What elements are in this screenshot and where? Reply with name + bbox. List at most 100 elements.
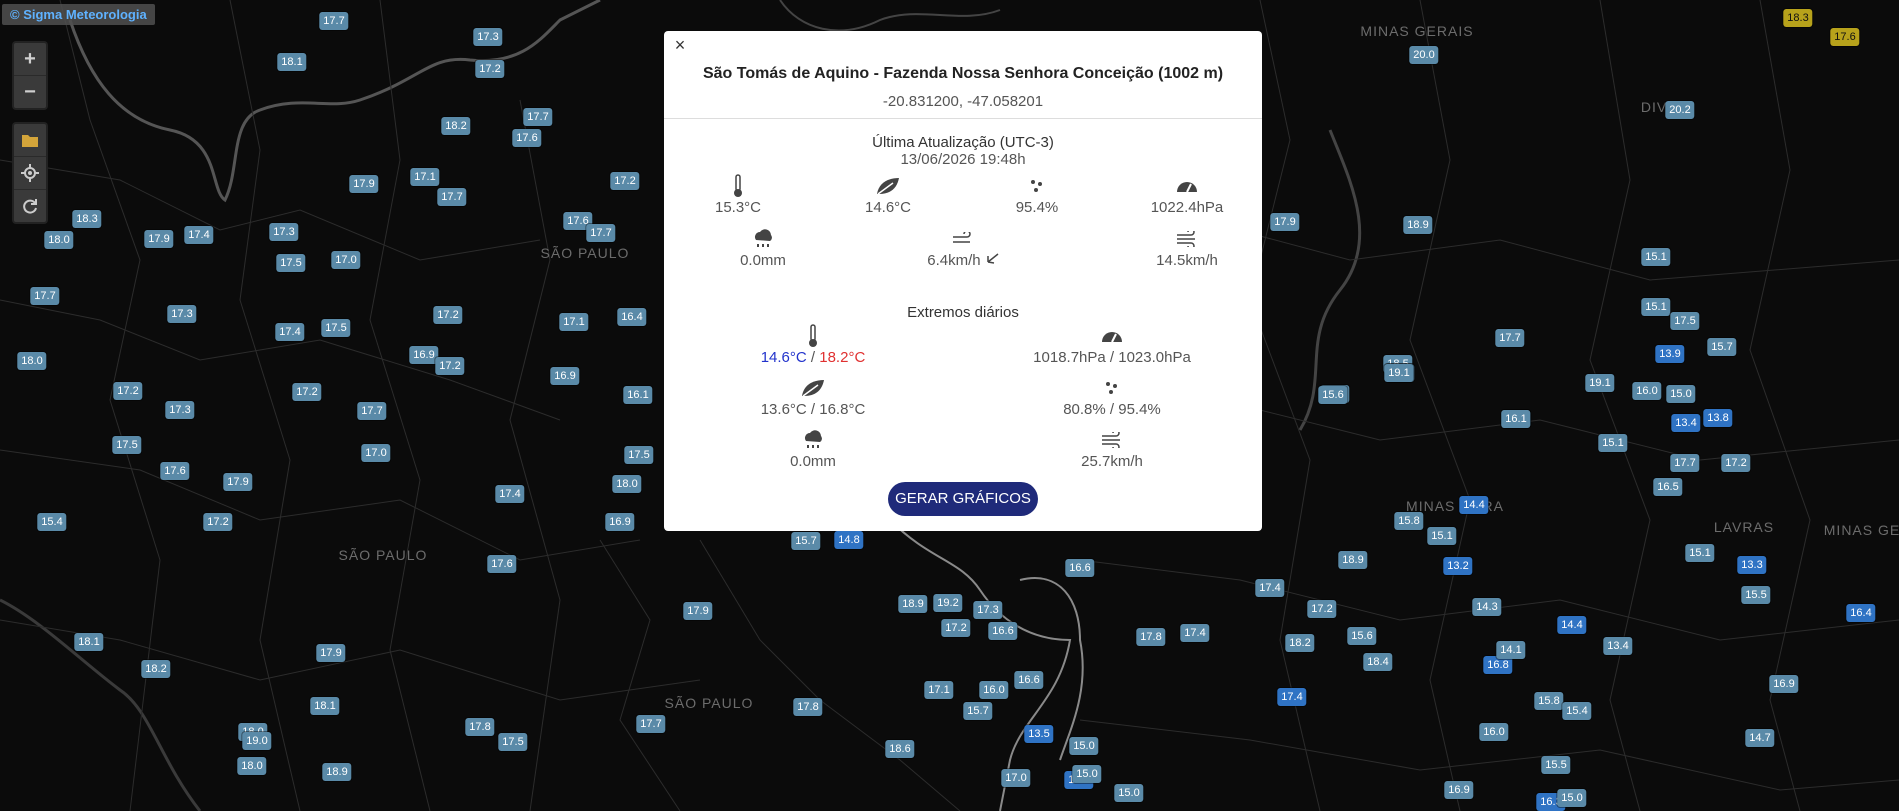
station-marker[interactable]: 17.2 [203,513,233,531]
station-marker[interactable]: 15.7 [1707,338,1737,356]
station-marker[interactable]: 17.4 [1277,688,1307,706]
station-marker[interactable]: 17.5 [1670,312,1700,330]
station-marker[interactable]: 18.1 [277,53,307,71]
station-marker[interactable]: 15.1 [1685,544,1715,562]
station-marker[interactable]: 17.4 [275,323,305,341]
station-marker[interactable]: 16.1 [623,386,653,404]
station-marker[interactable]: 14.4 [1557,616,1587,634]
station-marker[interactable]: 15.8 [1394,512,1424,530]
station-marker[interactable]: 15.0 [1557,789,1587,807]
station-marker[interactable]: 15.0 [1114,784,1144,802]
station-marker[interactable]: 17.6 [160,462,190,480]
station-marker[interactable]: 18.9 [898,595,928,613]
station-marker[interactable]: 13.4 [1671,414,1701,432]
station-marker[interactable]: 18.9 [1338,551,1368,569]
station-marker[interactable]: 18.2 [441,117,471,135]
station-marker[interactable]: 17.2 [292,383,322,401]
station-marker[interactable]: 17.5 [112,436,142,454]
station-marker[interactable]: 20.2 [1665,101,1695,119]
station-marker[interactable]: 14.7 [1745,729,1775,747]
station-marker[interactable]: 17.9 [349,175,379,193]
station-marker[interactable]: 17.3 [165,401,195,419]
station-marker[interactable]: 16.0 [979,681,1009,699]
station-marker[interactable]: 18.2 [141,660,171,678]
station-marker[interactable]: 17.7 [1670,454,1700,472]
station-marker[interactable]: 15.0 [1666,385,1696,403]
station-marker[interactable]: 17.3 [167,305,197,323]
station-marker[interactable]: 19.1 [1384,364,1414,382]
station-marker[interactable]: 15.0 [1069,737,1099,755]
station-marker[interactable]: 17.0 [331,251,361,269]
station-marker[interactable]: 17.8 [793,698,823,716]
station-marker[interactable]: 15.6 [1318,386,1348,404]
station-marker[interactable]: 17.7 [30,287,60,305]
station-marker[interactable]: 18.9 [1403,216,1433,234]
station-marker[interactable]: 17.7 [1495,329,1525,347]
station-marker[interactable]: 16.0 [1632,382,1662,400]
station-marker[interactable]: 17.2 [435,357,465,375]
station-marker[interactable]: 14.4 [1459,496,1489,514]
station-marker[interactable]: 15.6 [1347,627,1377,645]
station-marker[interactable]: 17.7 [636,715,666,733]
zoom-out-button[interactable]: − [14,76,46,108]
station-marker[interactable]: 17.6 [487,555,517,573]
generate-charts-button[interactable]: GERAR GRÁFICOS [888,482,1038,516]
station-marker[interactable]: 17.9 [223,473,253,491]
station-marker[interactable]: 15.1 [1598,434,1628,452]
station-marker[interactable]: 17.0 [361,444,391,462]
station-marker[interactable]: 18.0 [237,757,267,775]
station-marker[interactable]: 17.7 [523,108,553,126]
station-marker[interactable]: 19.2 [933,594,963,612]
station-marker[interactable]: 15.1 [1641,298,1671,316]
station-marker[interactable]: 13.8 [1703,409,1733,427]
station-marker[interactable]: 15.0 [1072,765,1102,783]
station-marker[interactable]: 18.2 [1285,634,1315,652]
station-marker[interactable]: 17.9 [144,230,174,248]
station-marker[interactable]: 15.7 [791,532,821,550]
station-marker[interactable]: 17.2 [475,60,505,78]
station-marker[interactable]: 15.4 [37,513,67,531]
locate-button[interactable] [14,157,46,190]
layers-button[interactable] [14,124,46,157]
station-marker[interactable]: 16.6 [988,622,1018,640]
close-button[interactable]: × [670,35,690,55]
station-marker[interactable]: 17.7 [586,224,616,242]
station-marker[interactable]: 17.9 [1270,213,1300,231]
station-marker[interactable]: 13.5 [1024,725,1054,743]
station-marker[interactable]: 18.9 [322,763,352,781]
station-marker[interactable]: 15.1 [1427,527,1457,545]
station-marker[interactable]: 15.5 [1541,756,1571,774]
station-marker[interactable]: 18.0 [44,231,74,249]
station-marker[interactable]: 16.4 [617,308,647,326]
station-marker[interactable]: 17.3 [269,223,299,241]
station-marker[interactable]: 17.2 [941,619,971,637]
station-marker[interactable]: 16.9 [550,367,580,385]
station-marker[interactable]: 15.8 [1534,692,1564,710]
station-marker[interactable]: 14.1 [1496,641,1526,659]
station-marker[interactable]: 17.2 [433,306,463,324]
station-marker[interactable]: 15.5 [1741,586,1771,604]
station-marker[interactable]: 18.6 [885,740,915,758]
map-attribution[interactable]: © Sigma Meteorologia [2,4,155,25]
station-marker[interactable]: 16.4 [1846,604,1876,622]
station-marker[interactable]: 17.3 [973,601,1003,619]
station-marker[interactable]: 18.0 [17,352,47,370]
station-marker[interactable]: 14.3 [1472,598,1502,616]
station-marker[interactable]: 17.4 [495,485,525,503]
station-marker[interactable]: 13.9 [1655,345,1685,363]
station-marker[interactable]: 13.2 [1443,557,1473,575]
station-marker[interactable]: 17.3 [473,28,503,46]
station-marker[interactable]: 17.7 [437,188,467,206]
station-marker[interactable]: 16.1 [1501,410,1531,428]
station-marker[interactable]: 16.5 [1653,478,1683,496]
station-marker[interactable]: 14.8 [834,531,864,549]
refresh-button[interactable] [14,190,46,222]
station-marker[interactable]: 17.1 [924,681,954,699]
station-marker[interactable]: 17.0 [1001,769,1031,787]
station-marker[interactable]: 17.4 [1180,624,1210,642]
station-marker[interactable]: 17.8 [1136,628,1166,646]
station-marker[interactable]: 16.6 [1014,671,1044,689]
station-marker[interactable]: 17.8 [465,718,495,736]
station-marker[interactable]: 19.1 [1585,374,1615,392]
station-marker[interactable]: 17.2 [1307,600,1337,618]
